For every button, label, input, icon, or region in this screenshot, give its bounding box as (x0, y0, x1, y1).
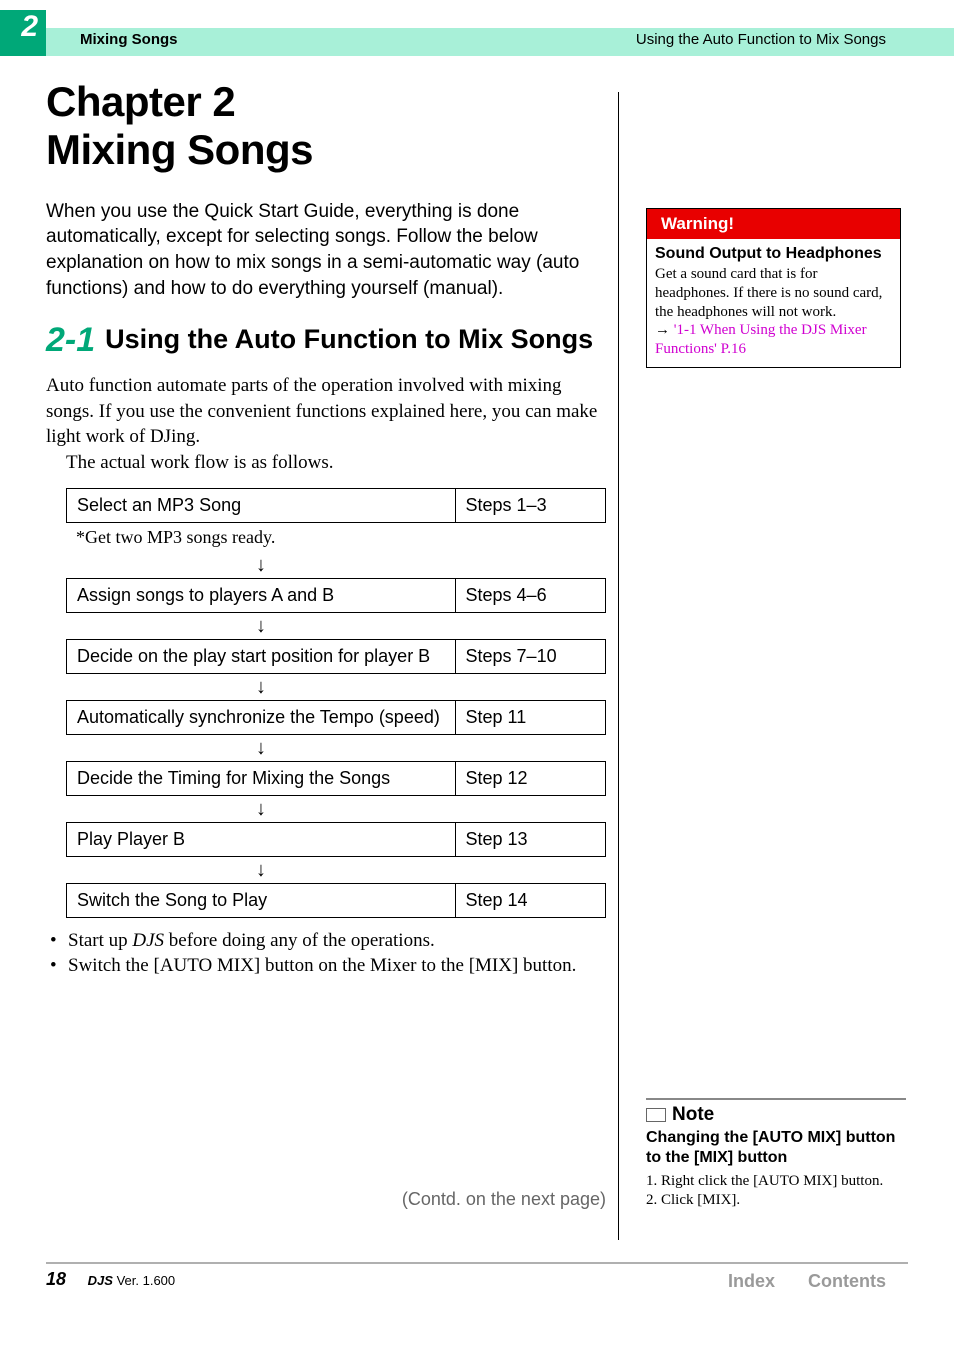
warning-crossref-link[interactable]: '1-1 When Using the DJS Mixer Functions'… (655, 322, 867, 357)
chapter-title: Chapter 2 Mixing Songs (46, 78, 606, 175)
warning-heading: Warning! (647, 209, 900, 239)
list-item: Start up DJS before doing any of the ope… (50, 928, 606, 954)
list-item: Switch the [AUTO MIX] button on the Mixe… (50, 953, 606, 979)
flow-task: Select an MP3 Song (67, 489, 456, 522)
note-steps: 1. Right click the [AUTO MIX] button. 2.… (646, 1172, 906, 1211)
down-arrow-icon: ↓ (66, 552, 456, 579)
bullet1-post: before doing any of the operations. (164, 930, 435, 951)
section-number: 2-1 (46, 323, 105, 357)
note-box: Note Changing the [AUTO MIX] button to t… (646, 1098, 906, 1211)
footer-link-index[interactable]: Index (728, 1271, 775, 1291)
header-right-text: Using the Auto Function to Mix Songs (636, 31, 886, 48)
flow-steps: Step 11 (456, 701, 605, 734)
page-number: 18 (46, 1269, 66, 1289)
arrow-icon: → (655, 322, 670, 338)
page-root: 2 Mixing Songs Using the Auto Function t… (0, 0, 954, 1352)
flow-note: *Get two MP3 songs ready. (66, 523, 606, 552)
down-arrow-icon: ↓ (66, 796, 456, 823)
chapter-title-line1: Chapter 2 (46, 78, 235, 125)
header-left-text: Mixing Songs (80, 31, 178, 48)
warning-box: Warning! Sound Output to Headphones Get … (646, 208, 901, 368)
warning-body: Get a sound card that is for headphones.… (647, 263, 900, 367)
note-step1: 1. Right click the [AUTO MIX] button. (646, 1172, 906, 1192)
chapter-intro: When you use the Quick Start Guide, ever… (46, 199, 606, 302)
section-body-1: Auto function automate parts of the oper… (46, 373, 606, 450)
chapter-tab: 2 (0, 10, 46, 56)
version-label: Ver. 1.600 (117, 1273, 176, 1288)
down-arrow-icon: ↓ (66, 674, 456, 701)
down-arrow-icon: ↓ (66, 735, 456, 762)
flow-steps: Steps 7–10 (456, 640, 605, 673)
table-row: Assign songs to players A and B Steps 4–… (66, 578, 606, 613)
down-arrow-icon: ↓ (66, 857, 456, 884)
flow-steps: Steps 1–3 (456, 489, 605, 522)
flow-task: Decide on the play start position for pl… (67, 640, 456, 673)
footer-left: 18 DJS Ver. 1.600 (46, 1269, 175, 1290)
flow-task: Play Player B (67, 823, 456, 856)
bullet1-pre: Start up (68, 930, 132, 951)
continued-label: (Contd. on the next page) (46, 1189, 606, 1210)
flow-task: Decide the Timing for Mixing the Songs (67, 762, 456, 795)
footer-rule (46, 1262, 908, 1264)
product-name: DJS (88, 1273, 113, 1288)
bullet1-em: DJS (132, 930, 164, 951)
note-heading: Note (672, 1104, 714, 1126)
section-body-2: The actual work flow is as follows. (46, 450, 606, 476)
table-row: Switch the Song to Play Step 14 (66, 883, 606, 918)
table-row: Automatically synchronize the Tempo (spe… (66, 700, 606, 735)
note-heading-row: Note (646, 1104, 906, 1126)
table-row: Play Player B Step 13 (66, 822, 606, 857)
footer-right: Index Contents (700, 1271, 886, 1292)
note-rule (646, 1098, 906, 1100)
down-arrow-icon: ↓ (66, 613, 456, 640)
flow-steps: Step 13 (456, 823, 605, 856)
table-row: Decide on the play start position for pl… (66, 639, 606, 674)
chapter-title-line2: Mixing Songs (46, 126, 313, 173)
note-step2: 2. Click [MIX]. (646, 1191, 906, 1211)
table-row: Select an MP3 Song Steps 1–3 (66, 488, 606, 523)
bullet-list: Start up DJS before doing any of the ope… (50, 928, 606, 979)
warning-subheading: Sound Output to Headphones (647, 239, 900, 263)
flow-task: Switch the Song to Play (67, 884, 456, 917)
flow-steps: Steps 4–6 (456, 579, 605, 612)
workflow-table: Select an MP3 Song Steps 1–3 *Get two MP… (66, 488, 606, 918)
section-heading-row: 2-1 Using the Auto Function to Mix Songs (46, 323, 606, 357)
flow-task: Assign songs to players A and B (67, 579, 456, 612)
content-wrap: Chapter 2 Mixing Songs When you use the … (46, 78, 908, 1242)
note-subheading: Changing the [AUTO MIX] button to the [M… (646, 1128, 906, 1168)
right-column: Warning! Sound Output to Headphones Get … (646, 78, 908, 1211)
flow-task: Automatically synchronize the Tempo (spe… (67, 701, 456, 734)
flow-steps: Step 12 (456, 762, 605, 795)
footer-link-contents[interactable]: Contents (808, 1271, 886, 1291)
warning-body-text: Get a sound card that is for headphones.… (655, 266, 882, 320)
section-title: Using the Auto Function to Mix Songs (105, 323, 606, 357)
table-row: Decide the Timing for Mixing the Songs S… (66, 761, 606, 796)
left-column: Chapter 2 Mixing Songs When you use the … (46, 78, 606, 1210)
flow-steps: Step 14 (456, 884, 605, 917)
note-icon (646, 1108, 666, 1122)
